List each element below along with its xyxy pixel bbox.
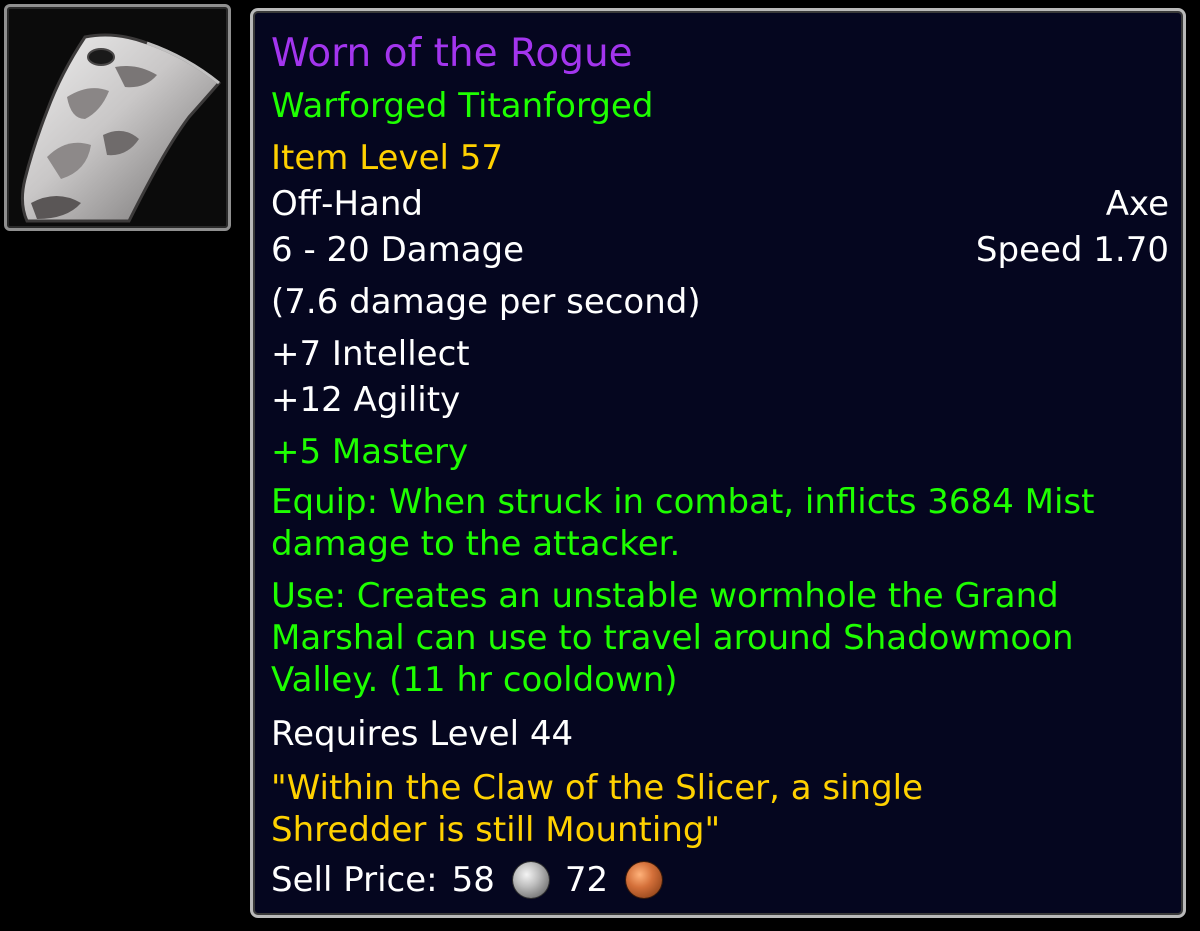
item-forge-status: Warforged Titanforged	[271, 86, 654, 126]
stat-mastery: +5 Mastery	[271, 432, 469, 472]
damage-speed-row: 6 - 20 Damage Speed 1.70	[271, 227, 1169, 273]
level-requirement: Requires Level 44	[271, 714, 574, 754]
item-level: Item Level 57	[271, 138, 504, 178]
item-tooltip: Worn of the Rogue Warforged Titanforged …	[250, 8, 1186, 918]
item-name: Worn of the Rogue	[271, 31, 633, 76]
item-speed: Speed 1.70	[975, 230, 1169, 270]
sell-price-silver: 58	[451, 860, 495, 900]
slot-type-row: Off-Hand Axe	[271, 181, 1169, 227]
flavor-text: "Within the Claw of the Slicer, a single…	[271, 768, 924, 850]
item-type: Axe	[1105, 184, 1169, 224]
axe-blade-icon	[20, 33, 222, 223]
item-slot: Off-Hand	[271, 184, 423, 224]
sell-price-label: Sell Price:	[271, 860, 438, 900]
sell-price-copper: 72	[564, 860, 609, 900]
equip-effect: Equip: When struck in combat, inflicts 3…	[271, 482, 1095, 564]
copper-coin-icon	[626, 862, 663, 898]
item-dps: (7.6 damage per second)	[271, 282, 701, 322]
item-icon-frame[interactable]	[4, 4, 231, 231]
stat-agility: +12 Agility	[271, 380, 461, 420]
item-damage: 6 - 20 Damage	[271, 230, 525, 270]
use-effect: Use: Creates an unstable wormhole the Gr…	[271, 576, 1074, 700]
silver-coin-icon	[512, 862, 549, 898]
stat-intellect: +7 Intellect	[271, 334, 470, 374]
sell-price: Sell Price: 58 72	[271, 857, 1169, 903]
